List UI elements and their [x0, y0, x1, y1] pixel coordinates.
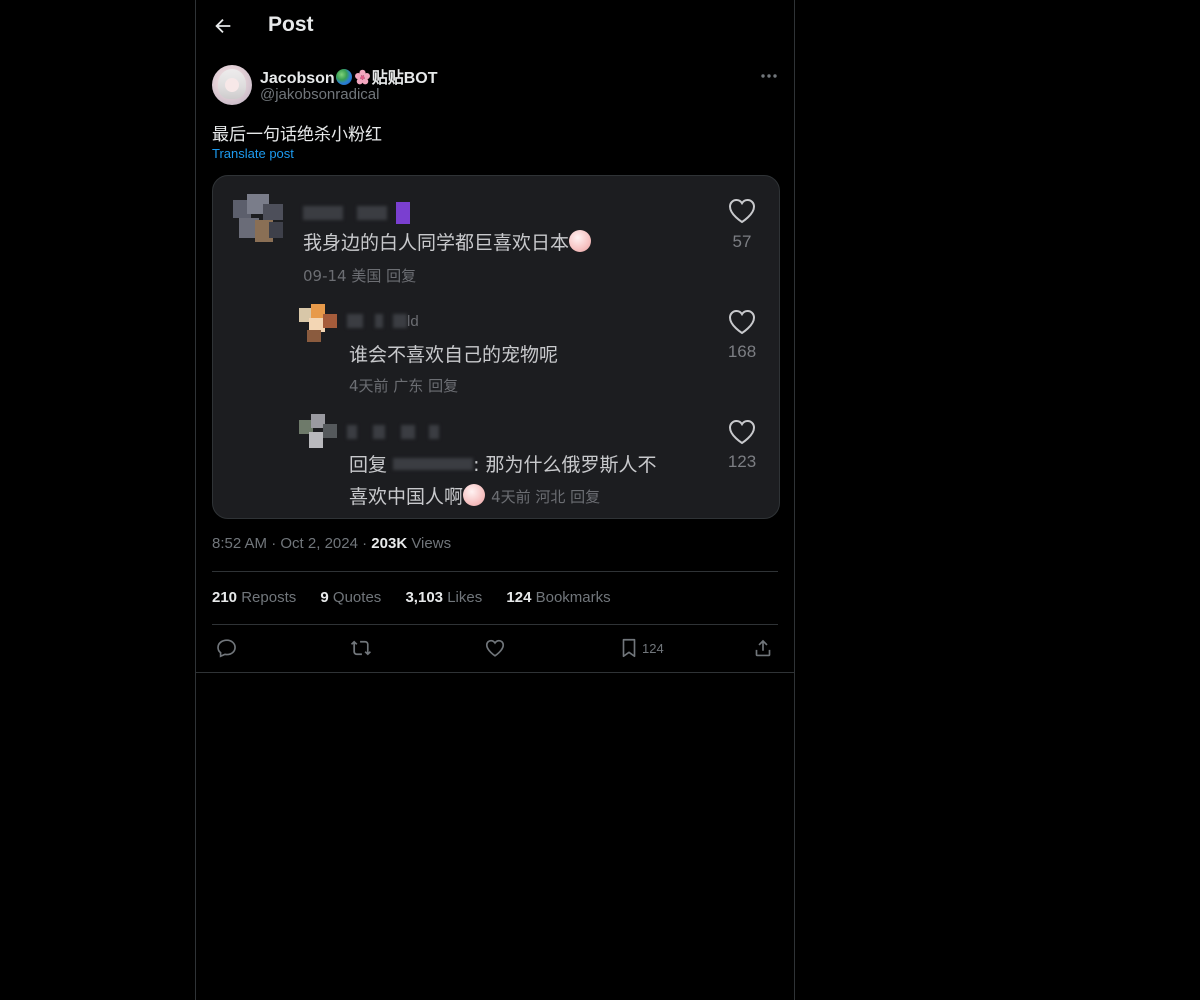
share-icon — [755, 639, 771, 657]
author-handle[interactable]: @jakobsonradical — [260, 86, 379, 103]
engagement-stats: 210 Reposts 9 Quotes 3,103 Likes 124 Boo… — [212, 589, 631, 606]
comment-text-content: 我身边的白人同学都巨喜欢日本 — [303, 232, 570, 254]
likes-label: Likes — [447, 589, 483, 606]
meta-separator: · — [362, 535, 368, 552]
comment-username-blurred: ld — [347, 313, 419, 330]
reposts-count: 210 — [212, 589, 238, 606]
post-header: Post — [196, 0, 794, 53]
divider — [212, 624, 778, 625]
comment-meta: 4天前 广东 回复 — [349, 377, 459, 395]
quotes-label: Quotes — [332, 589, 382, 606]
bookmarks-count: 124 — [506, 589, 532, 606]
comment-like-count: 168 — [727, 342, 757, 361]
reposts-stat[interactable]: 210 Reposts — [212, 589, 296, 606]
page-title: Post — [268, 13, 314, 36]
quotes-stat[interactable]: 9 Quotes — [320, 589, 381, 606]
meta-separator: · — [271, 535, 277, 552]
repost-icon — [350, 640, 371, 656]
post-time[interactable]: 8:52 AM — [212, 535, 267, 552]
author-name-text: Jacobson — [260, 70, 335, 87]
divider — [212, 571, 778, 572]
comment-avatar — [299, 304, 339, 342]
comment-like-count: 123 — [727, 452, 757, 471]
post-metadata: 8:52 AM · Oct 2, 2024 · 203K Views — [212, 535, 451, 552]
comment-text: 我身边的白人同学都巨喜欢日本 — [303, 228, 592, 255]
avatar[interactable] — [212, 65, 252, 105]
comment-text: 谁会不喜欢自己的宠物呢 — [349, 344, 559, 366]
comment-meta: 09-14 美国 回复 — [303, 267, 417, 285]
crying-face-emoji-icon — [569, 230, 592, 252]
back-arrow-icon[interactable] — [212, 15, 234, 37]
author-name[interactable]: Jacobson 贴贴BOT — [260, 64, 437, 88]
reposts-label: Reposts — [241, 589, 297, 606]
comment-avatar — [299, 414, 339, 450]
more-options-icon[interactable] — [759, 66, 779, 86]
bookmarks-stat[interactable]: 124 Bookmarks — [506, 589, 610, 606]
post-date[interactable]: Oct 2, 2024 — [280, 535, 358, 552]
likes-count: 3,103 — [405, 589, 444, 606]
repost-button[interactable] — [350, 637, 372, 659]
bookmarks-label: Bookmarks — [535, 589, 611, 606]
share-button[interactable] — [752, 637, 774, 659]
cherry-blossom-emoji-icon — [354, 69, 370, 85]
comment-username-blurred — [303, 202, 410, 224]
comment-heart-icon — [728, 198, 756, 224]
comment-meta: 4天前 河北 回复 — [491, 488, 601, 506]
quotes-count: 9 — [320, 589, 329, 606]
reply-icon — [217, 639, 236, 658]
views-label: Views — [411, 535, 452, 552]
reply-button[interactable] — [216, 637, 238, 659]
post-image[interactable]: 我身边的白人同学都巨喜欢日本 09-14 美国 回复 57 ld 谁会不喜欢自己… — [212, 175, 780, 519]
bookmark-button[interactable]: 124 — [618, 637, 678, 659]
comment-heart-icon — [728, 309, 756, 335]
likes-stat[interactable]: 3,103 Likes — [405, 589, 482, 606]
divider — [196, 672, 794, 673]
bookmark-count: 124 — [642, 641, 664, 656]
comment-like-count: 57 — [732, 232, 752, 251]
like-button[interactable] — [484, 637, 506, 659]
comment-username-blurred — [347, 424, 439, 439]
comment-reply-prefix: 回复 — [349, 454, 388, 476]
comment-avatar — [233, 194, 285, 248]
face-emoji-icon — [463, 484, 486, 506]
views-count: 203K — [371, 535, 408, 552]
comment-username-partial: ld — [407, 313, 419, 330]
comment-text: 回复 : 那为什么俄罗斯人不 — [349, 450, 657, 477]
post-text: 最后一句话绝杀小粉红 — [212, 125, 382, 144]
comment-text-line2: 喜欢中国人啊 4天前 河北 回复 — [349, 482, 600, 509]
like-icon — [485, 639, 505, 657]
comment-text-content: 喜欢中国人啊 — [349, 486, 464, 508]
translate-link[interactable]: Translate post — [212, 146, 294, 161]
bookmark-icon — [622, 638, 636, 658]
globe-emoji-icon — [335, 69, 352, 85]
comment-heart-icon — [728, 419, 756, 445]
post-column: Post Jacobson 贴贴BOT @jakobsonradical 最后一… — [195, 0, 795, 1000]
author-name-suffix: 贴贴BOT — [371, 70, 438, 87]
comment-text-content: : 那为什么俄罗斯人不 — [473, 454, 657, 476]
